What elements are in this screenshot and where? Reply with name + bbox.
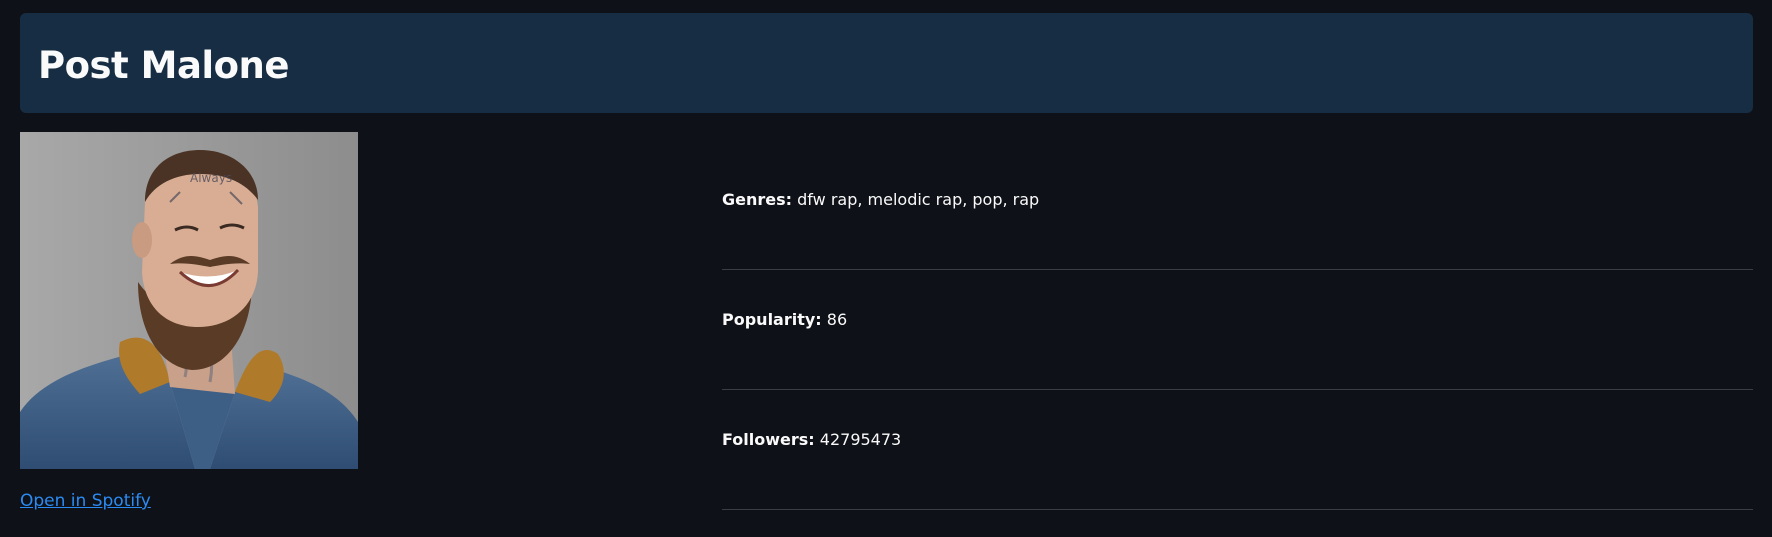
genres-value: dfw rap, melodic rap, pop, rap <box>797 190 1040 209</box>
followers-row: Followers: 42795473 <box>722 390 1753 510</box>
followers-label: Followers: <box>722 430 815 449</box>
followers-text: Followers: 42795473 <box>722 430 901 449</box>
divider-3 <box>722 509 1753 510</box>
svg-text:Always: Always <box>190 171 232 185</box>
open-in-spotify-link[interactable]: Open in Spotify <box>20 491 151 511</box>
genres-text: Genres: dfw rap, melodic rap, pop, rap <box>722 190 1039 209</box>
artist-photo: Always <box>20 132 358 469</box>
popularity-row: Popularity: 86 <box>722 270 1753 390</box>
genres-label: Genres: <box>722 190 793 209</box>
popularity-text: Popularity: 86 <box>722 310 847 329</box>
popularity-value: 86 <box>826 310 848 329</box>
artist-header: Post Malone <box>20 13 1753 113</box>
popularity-label: Popularity: <box>722 310 822 329</box>
artist-photo-illustration: Always <box>20 132 358 469</box>
page-title: Post Malone <box>38 44 289 87</box>
genres-row: Genres: dfw rap, melodic rap, pop, rap <box>722 140 1753 260</box>
followers-value: 42795473 <box>819 430 902 449</box>
